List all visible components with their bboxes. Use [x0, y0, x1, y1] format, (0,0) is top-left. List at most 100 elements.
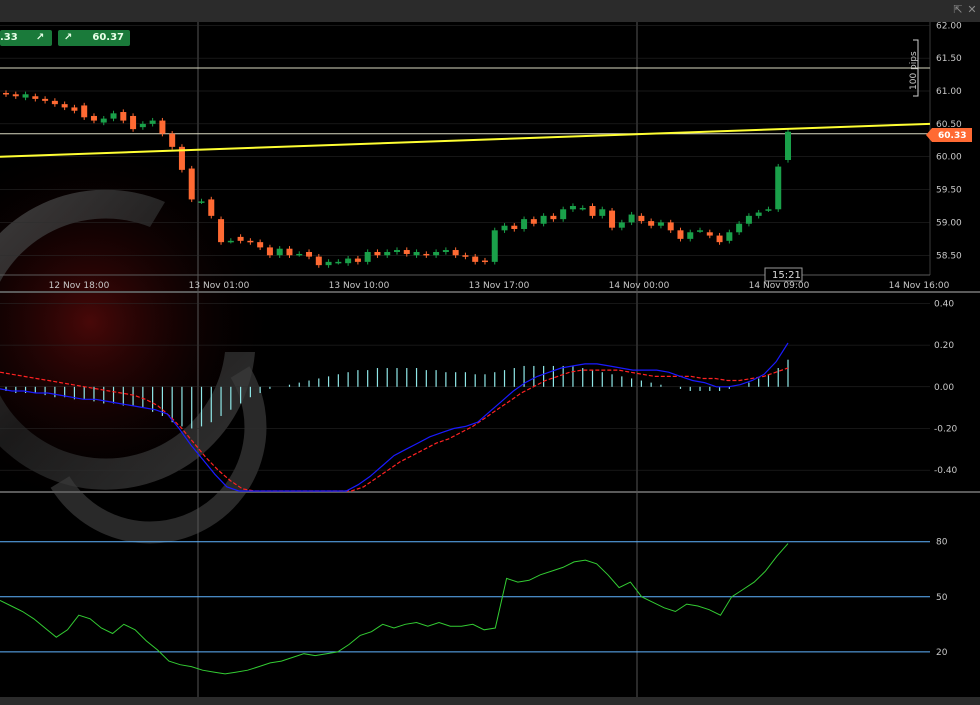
macd-tick-label: 0.20	[934, 341, 954, 351]
candle-body	[716, 235, 723, 243]
candle-body	[687, 232, 694, 239]
cursor-time-value: 15:21	[772, 270, 801, 281]
candle-body	[266, 247, 273, 256]
popout-icon[interactable]: ⇱	[952, 4, 964, 16]
candle-body	[599, 209, 606, 216]
buy-price-chip[interactable]: ↗ 60.37	[58, 30, 130, 46]
candle-body	[22, 94, 29, 98]
candle-body	[589, 206, 596, 216]
candle-body	[208, 199, 215, 216]
candle-body	[394, 250, 400, 252]
candle-body	[706, 232, 713, 236]
pip-ruler-label: 100 pips	[909, 51, 919, 90]
stoch-tick-label: 80	[936, 538, 948, 548]
candle-body	[237, 236, 244, 241]
candle-body	[61, 104, 68, 108]
status-bar	[0, 697, 980, 705]
price-tick-label: 60.00	[936, 153, 962, 163]
arrow-up-right-icon: ↗	[64, 32, 73, 43]
candle-body	[374, 252, 381, 256]
candle-body	[442, 250, 449, 252]
candle-body	[296, 253, 303, 256]
candle-body	[521, 219, 528, 229]
candle-body	[306, 252, 313, 257]
sell-price-value: .33	[0, 32, 18, 43]
candle-body	[384, 252, 391, 256]
candle-body	[775, 166, 782, 210]
date-tick-label: 13 Nov 01:00	[189, 281, 250, 291]
candle-body	[628, 214, 635, 223]
price-tick-label: 58.50	[936, 251, 962, 261]
candle-body	[462, 255, 469, 257]
current-price-tag: 60.33	[926, 128, 972, 143]
buy-price-value: 60.37	[92, 32, 124, 43]
candle-body	[354, 258, 361, 262]
candle-body	[286, 248, 293, 256]
candle-body	[511, 225, 518, 229]
candle-body	[169, 133, 176, 147]
stoch-tick-label: 20	[936, 648, 948, 658]
chart-canvas[interactable]: 62.0061.5061.0060.5060.0059.5059.0058.50…	[0, 22, 980, 697]
date-tick-label: 14 Nov 09:00	[749, 281, 810, 291]
candle-body	[550, 215, 557, 220]
candle-body	[560, 209, 567, 220]
candle-body	[149, 120, 156, 124]
date-tick-label: 14 Nov 16:00	[889, 281, 950, 291]
candle-body	[697, 230, 704, 232]
candle-body	[452, 250, 459, 256]
candle-body	[12, 94, 19, 97]
macd-tick-label: 0.40	[934, 299, 954, 309]
candle-body	[736, 223, 743, 233]
candle-body	[364, 252, 371, 262]
candle-body	[159, 120, 166, 134]
macd-tick-label: -0.20	[934, 424, 958, 434]
candle-body	[609, 210, 616, 228]
candle-body	[120, 112, 127, 121]
date-tick-label: 13 Nov 10:00	[329, 281, 390, 291]
candle-body	[315, 256, 322, 266]
candle-body	[423, 253, 430, 256]
candle-body	[472, 256, 479, 262]
candle-body	[130, 115, 137, 130]
candle-body	[726, 232, 733, 241]
candle-body	[247, 240, 254, 243]
arrow-up-right-icon: ↗	[36, 32, 45, 43]
candle-body	[433, 252, 440, 256]
price-tick-label: 61.50	[936, 54, 962, 64]
macd-tick-label: 0.00	[934, 383, 954, 393]
candle-body	[403, 250, 410, 254]
candle-body	[100, 118, 107, 123]
candle-body	[579, 207, 586, 210]
current-price-value: 60.33	[938, 131, 966, 141]
candle-body	[765, 209, 772, 211]
candle-body	[198, 201, 205, 203]
candle-body	[413, 252, 420, 256]
date-tick-label: 12 Nov 18:00	[49, 281, 110, 291]
candle-body	[677, 230, 684, 239]
price-tick-label: 62.00	[936, 22, 962, 31]
candle-body	[501, 225, 508, 231]
close-icon[interactable]: ✕	[966, 4, 978, 16]
candle-body	[530, 219, 537, 224]
macd-tick-label: -0.40	[934, 466, 958, 476]
price-tick-label: 59.00	[936, 218, 962, 228]
candle-body	[90, 115, 97, 121]
price-tick-label: 59.50	[936, 186, 962, 196]
candle-body	[257, 242, 264, 248]
candle-body	[755, 212, 762, 216]
candle-body	[657, 222, 664, 226]
candle-body	[540, 215, 547, 224]
candle-body	[110, 113, 117, 119]
candle-body	[345, 258, 352, 264]
candle-body	[188, 168, 195, 200]
candle-body	[569, 206, 576, 210]
candle-body	[3, 92, 9, 95]
candle-body	[648, 221, 655, 226]
sell-price-chip[interactable]: .33 ↗	[0, 30, 52, 46]
candle-body	[71, 107, 78, 111]
cursor-time-tag: 15:21	[764, 267, 803, 282]
candle-body	[276, 248, 283, 256]
candle-body	[51, 100, 58, 105]
candle-body	[42, 98, 49, 101]
candle-body	[785, 131, 791, 160]
